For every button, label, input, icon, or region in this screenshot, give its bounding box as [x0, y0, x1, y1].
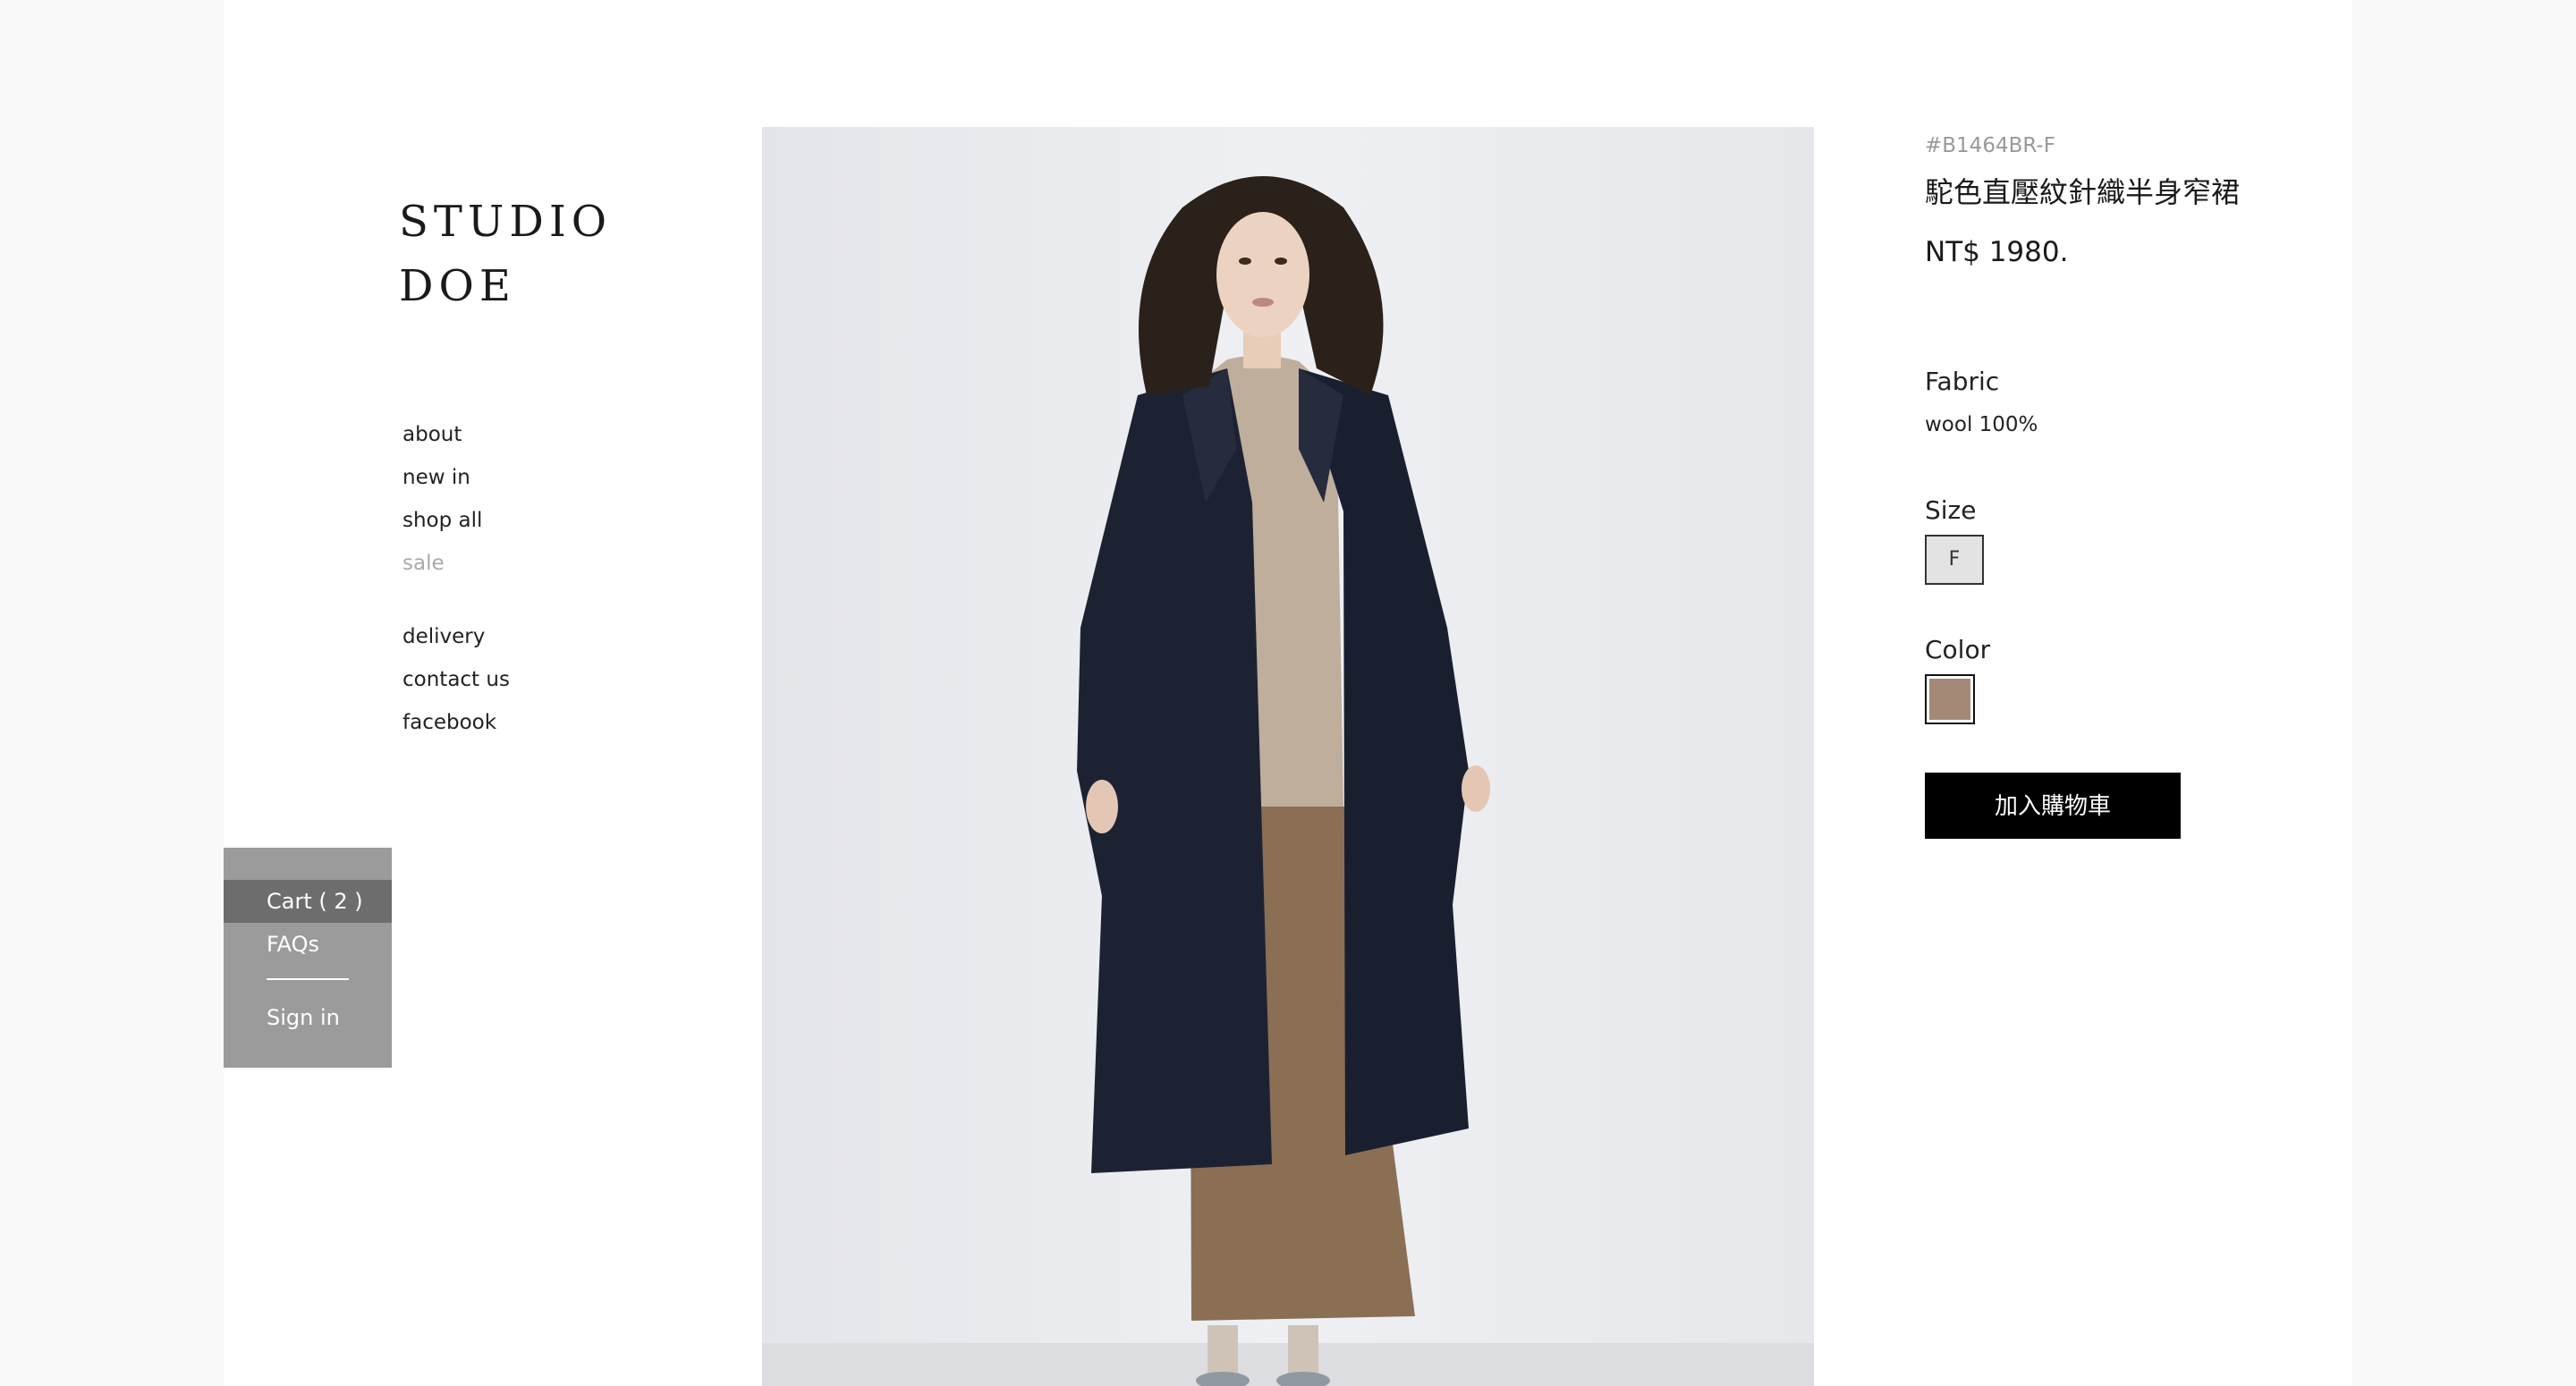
color-swatch-button[interactable]: [1925, 674, 1975, 724]
nav-item-about[interactable]: about: [402, 413, 510, 456]
cart-menu-divider: [267, 978, 349, 980]
product-image[interactable]: [762, 127, 1814, 1386]
size-label: Size: [1925, 495, 1977, 525]
faqs-link[interactable]: FAQs: [267, 923, 319, 966]
sign-in-link[interactable]: Sign in: [267, 996, 340, 1039]
brand-logo[interactable]: STUDIO DOE: [399, 190, 612, 318]
color-label: Color: [1925, 635, 1991, 664]
product-name: 駝色直壓紋針織半身窄裙: [1925, 175, 2241, 209]
color-swatch: [1929, 679, 1970, 720]
product-photo-illustration: [762, 127, 1814, 1386]
product-price: NT$ 1980.: [1925, 236, 2069, 268]
nav-item-delivery[interactable]: delivery: [402, 615, 510, 658]
nav-item-sale[interactable]: sale: [402, 542, 510, 585]
size-option-f[interactable]: F: [1925, 535, 1984, 585]
cart-menu: Cart ( 2 ) FAQs Sign in: [224, 848, 392, 1068]
product-sku: #B1464BR-F: [1925, 134, 2055, 157]
nav-item-new-in[interactable]: new in: [402, 456, 510, 499]
add-to-cart-button[interactable]: 加入購物車: [1925, 773, 2181, 839]
main-nav: about new in shop all sale delivery cont…: [402, 413, 510, 744]
nav-item-shop-all[interactable]: shop all: [402, 499, 510, 542]
nav-item-facebook[interactable]: facebook: [402, 701, 510, 744]
brand-line-1: STUDIO: [399, 197, 613, 247]
nav-item-contact-us[interactable]: contact us: [402, 658, 510, 701]
brand-line-2: DOE: [399, 261, 516, 311]
cart-link[interactable]: Cart ( 2 ): [267, 880, 363, 923]
fabric-label: Fabric: [1925, 367, 2000, 396]
fabric-value: wool 100%: [1925, 413, 2038, 436]
